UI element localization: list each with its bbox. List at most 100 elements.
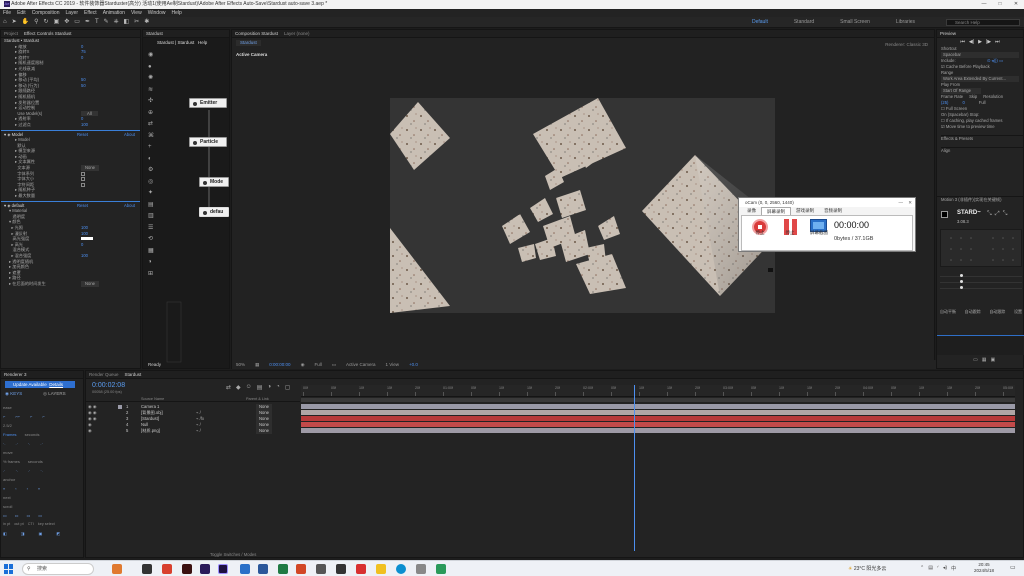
node-particle[interactable]: Particle [189, 137, 227, 147]
word-icon[interactable] [258, 564, 268, 574]
ocam-tab-game[interactable]: 游戏录制 [791, 207, 819, 215]
tab-effect-controls[interactable]: Effect Controls Stardust [24, 30, 71, 37]
layer-duration-bar[interactable] [301, 410, 1015, 415]
menu-window[interactable]: Window [148, 9, 166, 17]
play-icon[interactable]: ▶ [978, 38, 982, 46]
tab-project[interactable]: Project [4, 30, 18, 37]
marker-icon[interactable]: ▢ [285, 384, 291, 391]
tab-render-queue[interactable]: Render Queue [89, 371, 119, 378]
app-icon[interactable] [356, 564, 366, 574]
folder-icon[interactable] [376, 564, 386, 574]
effects-presets-header[interactable]: Effects & Presets [941, 135, 1023, 142]
brush-tool-icon[interactable]: ✎ [104, 19, 109, 26]
tab-composition[interactable]: Composition Stardust [235, 30, 278, 37]
motion-button[interactable]: 设置 [1014, 309, 1022, 315]
tab-preview[interactable]: Preview [940, 30, 956, 37]
resolution-dropdown[interactable]: Full [979, 100, 986, 106]
ease-buttons[interactable]: ⌐ ⌐⌐ ⌐ ⌐ [3, 412, 60, 421]
shy-icon[interactable]: ☺ [246, 384, 252, 391]
layer-duration-bar[interactable] [301, 428, 1015, 433]
menu-file[interactable]: File [3, 9, 11, 17]
property-row[interactable]: ▸ 过滤点 100 [15, 122, 140, 128]
motion-button[interactable]: 自动跟踪 [965, 309, 981, 315]
workspace-libraries[interactable]: Libraries [896, 19, 915, 26]
workspace-standard[interactable]: Standard [794, 19, 814, 26]
align-icon[interactable]: ⤡ [1003, 211, 1008, 218]
pen-tool-icon[interactable]: ✒ [85, 19, 90, 26]
graph-editor-icon[interactable]: ◔ [276, 384, 280, 391]
ocam-tab-screen[interactable]: 屏幕录制 [761, 207, 791, 215]
rectangle-tool-icon[interactable]: ▭ [74, 19, 80, 26]
comp-flow-icon[interactable]: ⇄ [226, 384, 231, 391]
tab-layer[interactable]: Layer (none) [284, 30, 310, 37]
last-frame-icon[interactable]: ⏭ [995, 38, 1000, 46]
pause-button-label[interactable]: 停止 [781, 230, 799, 236]
excel-icon[interactable] [278, 564, 288, 574]
color-swatch[interactable] [81, 237, 93, 241]
taskbar-search[interactable]: ⚲ 搜索 [22, 563, 94, 575]
app-icon[interactable] [416, 564, 426, 574]
stop-button-label[interactable]: 停止 [751, 230, 769, 236]
menu-effect[interactable]: Effect [84, 9, 97, 17]
exposure-value[interactable]: +0.0 [409, 360, 418, 369]
grid-icon[interactable]: ▦ [982, 357, 987, 363]
app-icon[interactable] [436, 564, 446, 574]
screenshot-button-label[interactable]: 屏幕截图 [810, 230, 828, 236]
prev-frame-icon[interactable]: ◀| [969, 38, 974, 46]
menu-view[interactable]: View [131, 9, 142, 17]
update-banner[interactable]: Update Available Details [5, 381, 75, 388]
timeline-timecode[interactable]: 0:00:02:08 [92, 382, 125, 389]
align-header[interactable]: Align [941, 147, 1023, 154]
tray-icon[interactable]: ⌃ [920, 565, 924, 572]
aftereffects-icon[interactable] [218, 564, 228, 574]
maximize-button[interactable]: □ [992, 0, 1008, 9]
workspace-default[interactable]: Default [752, 19, 768, 26]
volume-icon[interactable]: ◂) [943, 565, 947, 572]
anchor-buttons[interactable]: .· ·. .· ·. [3, 466, 60, 475]
layer-duration-bar[interactable] [301, 422, 1015, 427]
tray-icon[interactable]: ▤ [928, 565, 933, 572]
selection-tool-icon[interactable]: ➤ [12, 19, 17, 26]
taskview-icon[interactable] [142, 564, 152, 574]
checkbox[interactable] [81, 171, 85, 176]
first-frame-icon[interactable]: ⏮ [960, 38, 965, 46]
node-emitter[interactable]: Emitter [189, 98, 227, 108]
workspace-small-screen[interactable]: Small Screen [840, 19, 870, 26]
menu-animation[interactable]: Animation [103, 9, 125, 17]
menu-layer[interactable]: Layer [65, 9, 78, 17]
toggle-switches-label[interactable]: Toggle Switches / Modes [210, 552, 256, 557]
property-row[interactable]: ▸ 最大数量 [15, 193, 140, 199]
layer-row[interactable]: ◉ 5 [材质.png] ⌁ / None [86, 428, 300, 434]
ime-icon[interactable]: 中 [951, 565, 956, 572]
draft-3d-icon[interactable]: ◆ [236, 384, 241, 391]
checkbox[interactable] [81, 177, 85, 182]
color-swatch[interactable] [941, 211, 948, 218]
composition-canvas[interactable] [390, 98, 775, 313]
ocam-close-icon[interactable]: ✕ [908, 198, 912, 207]
align-icon[interactable]: ⤢ [995, 211, 1000, 218]
current-time[interactable]: 0:00:00:00 [269, 360, 290, 369]
tab-renderer[interactable]: Renderer 3 [4, 371, 27, 378]
scroll-buttons[interactable]: ▭ ▭ ▭ ▭ [3, 511, 60, 520]
pan-behind-tool-icon[interactable]: ✥ [64, 19, 69, 26]
move-buttons[interactable]: ·. .· ·. .· [3, 439, 60, 448]
type-tool-icon[interactable]: T [95, 19, 99, 26]
node-default[interactable]: defau [199, 207, 229, 217]
layer-icon[interactable]: ▣ [990, 357, 995, 363]
app-icon[interactable] [182, 564, 192, 574]
grid-icon[interactable]: ▦ [255, 360, 259, 369]
premiere-icon[interactable] [200, 564, 210, 574]
home-icon[interactable]: ⌂ [3, 19, 7, 26]
work-area-bar[interactable] [301, 398, 1015, 402]
eraser-tool-icon[interactable]: ◧ [124, 19, 130, 26]
ocam-tab-record[interactable]: 录像 [742, 207, 761, 215]
start-icon[interactable] [4, 564, 14, 574]
motion-button[interactable]: 自动跟踪 [989, 309, 1005, 315]
powerpoint-icon[interactable] [296, 564, 306, 574]
edge-icon[interactable] [396, 564, 406, 574]
motion-blur-icon[interactable]: ◑ [267, 384, 271, 391]
frame-icon[interactable]: ▭ [973, 357, 978, 363]
camera-icon[interactable]: ◉ [301, 360, 305, 369]
notification-icon[interactable]: ▭ [1010, 564, 1016, 571]
region-icon[interactable]: ▭ [332, 360, 336, 369]
